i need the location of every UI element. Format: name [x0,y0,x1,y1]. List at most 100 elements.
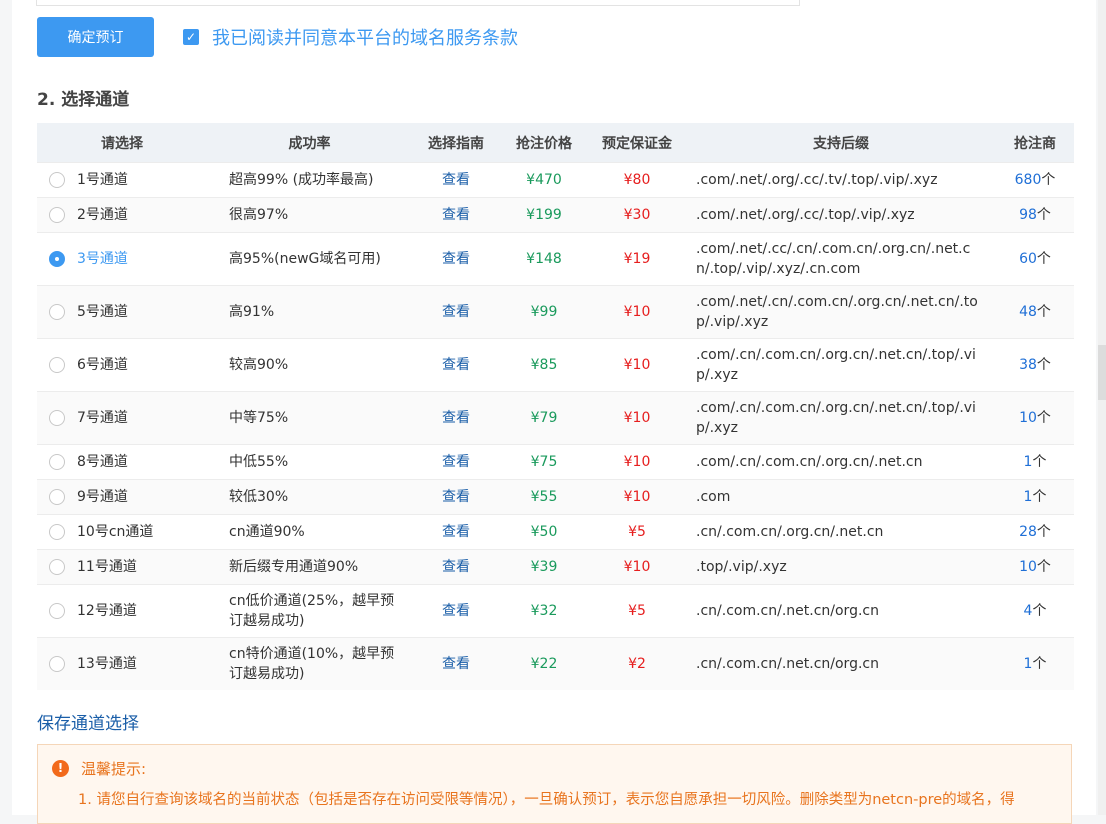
table-row[interactable]: 13号通道 cn特价通道(10%，越早预订越易成功) 查看 ¥22 ¥2 .cn/.com… [37,637,1074,690]
channel-select-cell[interactable]: 1号通道 [37,162,207,198]
table-row[interactable]: 1号通道 超高99% (成功率最高) 查看 ¥470 ¥80 .com/.net/.org… [37,162,1074,198]
view-guide-link[interactable]: 查看 [442,603,470,619]
price-value: ¥85 [530,357,558,373]
radio-button[interactable] [49,304,65,320]
merchant-count-link[interactable]: 98 [1019,207,1037,223]
channel-name[interactable]: 5号通道 [77,304,128,320]
radio-button[interactable] [49,559,65,575]
radio-button[interactable] [49,524,65,540]
channel-select-cell[interactable]: 9号通道 [37,479,207,515]
deposit-value: ¥10 [623,454,651,470]
radio-button[interactable] [49,172,65,188]
radio-button[interactable] [49,656,65,672]
deposit-cell: ¥5 [588,584,686,638]
table-row[interactable]: 5号通道 高91% 查看 ¥99 ¥10 .com/.net/.cn/.com.cn/.o… [37,285,1074,339]
channel-name[interactable]: 10号cn通道 [77,524,153,540]
merchant-unit: 个 [1032,656,1047,672]
table-row[interactable]: 6号通道 较高90% 查看 ¥85 ¥10 .com/.cn/.com.cn/.org.c… [37,338,1074,392]
channel-select-cell[interactable]: 3号通道 [37,232,207,286]
merchant-count-link[interactable]: 28 [1019,524,1037,540]
radio-button[interactable] [49,357,65,373]
radio-button[interactable] [49,489,65,505]
view-guide-link[interactable]: 查看 [442,410,470,426]
price-cell: ¥148 [500,232,588,286]
save-channel-link[interactable]: 保存通道选择 [37,709,139,734]
channel-name[interactable]: 12号通道 [77,603,137,619]
channel-select-cell[interactable]: 10号cn通道 [37,514,207,550]
view-guide-link[interactable]: 查看 [442,524,470,540]
channel-select-cell[interactable]: 12号通道 [37,584,207,638]
table-row[interactable]: 11号通道 新后缀专用通道90% 查看 ¥39 ¥10 .top/.vip/.xyz 10个 [37,549,1074,585]
guide-cell: 查看 [412,479,500,515]
merchant-count-link[interactable]: 10 [1019,559,1037,575]
domain-input-edge[interactable] [36,0,800,6]
radio-button[interactable] [49,410,65,426]
scrollbar-track[interactable] [1098,0,1106,815]
channel-name[interactable]: 6号通道 [77,357,128,373]
deposit-cell: ¥2 [588,637,686,690]
deposit-cell: ¥19 [588,232,686,286]
view-guide-link[interactable]: 查看 [442,357,470,373]
supported-suffixes: .com/.cn/.com.cn/.org.cn/.net.cn/.top/.v… [686,391,996,445]
merchants-cell: 680个 [996,162,1074,198]
radio-button[interactable] [49,251,65,267]
merchant-count-link[interactable]: 680 [1015,172,1042,188]
deposit-cell: ¥10 [588,549,686,585]
merchant-count-link[interactable]: 48 [1019,304,1037,320]
merchant-unit: 个 [1032,454,1047,470]
table-row[interactable]: 10号cn通道 cn通道90% 查看 ¥50 ¥5 .cn/.com.cn/.org.cn… [37,514,1074,550]
deposit-value: ¥10 [623,410,651,426]
table-row[interactable]: 7号通道 中等75% 查看 ¥79 ¥10 .com/.cn/.com.cn/.org.c… [37,391,1074,445]
channel-name[interactable]: 11号通道 [77,559,137,575]
view-guide-link[interactable]: 查看 [442,559,470,575]
channel-select-cell[interactable]: 2号通道 [37,197,207,233]
channel-name[interactable]: 13号通道 [77,656,137,672]
channel-select-cell[interactable]: 7号通道 [37,391,207,445]
view-guide-link[interactable]: 查看 [442,207,470,223]
view-guide-link[interactable]: 查看 [442,656,470,672]
view-guide-link[interactable]: 查看 [442,172,470,188]
channel-name[interactable]: 7号通道 [77,410,128,426]
merchant-unit: 个 [1036,524,1051,540]
channel-name[interactable]: 1号通道 [77,172,128,188]
radio-button[interactable] [49,603,65,619]
channel-select-cell[interactable]: 13号通道 [37,637,207,690]
radio-button[interactable] [49,454,65,470]
table-row[interactable]: 2号通道 很高97% 查看 ¥199 ¥30 .com/.net/.org/.cc/.to… [37,197,1074,233]
supported-suffixes: .com/.net/.cn/.com.cn/.org.cn/.net.cn/.t… [686,285,996,339]
channel-name[interactable]: 9号通道 [77,489,128,505]
view-guide-link[interactable]: 查看 [442,489,470,505]
radio-button[interactable] [49,207,65,223]
merchants-cell: 48个 [996,285,1074,339]
view-guide-link[interactable]: 查看 [442,251,470,267]
price-value: ¥32 [530,603,558,619]
price-cell: ¥79 [500,391,588,445]
table-row[interactable]: 3号通道 高95%(newG域名可用) 查看 ¥148 ¥19 .com/.net/.cc… [37,232,1074,286]
channel-name[interactable]: 3号通道 [77,251,128,267]
merchant-count-link[interactable]: 10 [1019,410,1037,426]
channel-name[interactable]: 2号通道 [77,207,128,223]
channel-select-cell[interactable]: 6号通道 [37,338,207,392]
channel-name[interactable]: 8号通道 [77,454,128,470]
view-guide-link[interactable]: 查看 [442,304,470,320]
view-guide-link[interactable]: 查看 [442,454,470,470]
price-cell: ¥85 [500,338,588,392]
terms-agreement-label[interactable]: 我已阅读并同意本平台的域名服务条款 [212,24,518,50]
table-header-row: 请选择 成功率 选择指南 抢注价格 预定保证金 支持后缀 抢注商 [37,123,1074,163]
success-rate: cn特价通道(10%，越早预订越易成功) [207,637,412,690]
channel-select-cell[interactable]: 11号通道 [37,549,207,585]
checked-checkbox-icon[interactable]: ✓ [183,29,199,45]
merchant-count-link[interactable]: 38 [1019,357,1037,373]
table-row[interactable]: 9号通道 较低30% 查看 ¥55 ¥10 .com 1个 [37,479,1074,515]
table-row[interactable]: 8号通道 中低55% 查看 ¥75 ¥10 .com/.cn/.com.cn/.org.c… [37,444,1074,480]
table-row[interactable]: 12号通道 cn低价通道(25%，越早预订越易成功) 查看 ¥32 ¥5 .cn/.com… [37,584,1074,638]
deposit-cell: ¥10 [588,479,686,515]
confirm-reserve-button[interactable]: 确定预订 [37,17,154,57]
merchants-cell: 1个 [996,637,1074,690]
terms-agreement[interactable]: ✓ 我已阅读并同意本平台的域名服务条款 [183,24,518,50]
scrollbar-thumb[interactable] [1098,345,1106,400]
channel-select-cell[interactable]: 8号通道 [37,444,207,480]
deposit-value: ¥5 [628,603,646,619]
merchant-count-link[interactable]: 60 [1019,251,1037,267]
channel-select-cell[interactable]: 5号通道 [37,285,207,339]
